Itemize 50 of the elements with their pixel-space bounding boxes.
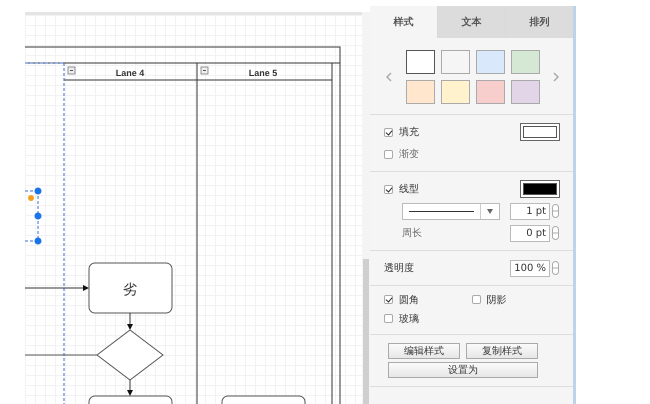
connector-arrow	[25, 285, 89, 291]
opacity-label: 透明度	[384, 262, 414, 275]
tab[interactable]: 文本	[437, 6, 505, 38]
style-button[interactable]: 设置为	[388, 362, 538, 378]
color-swatch[interactable]	[510, 50, 540, 74]
option-label: 玻璃	[399, 312, 419, 326]
caret-icon[interactable]	[487, 208, 493, 214]
line-width-field[interactable]: 1 pt	[510, 202, 550, 220]
line-label: 线型	[399, 182, 419, 196]
connector-arrow	[127, 380, 133, 396]
option-label: 阴影	[486, 294, 506, 306]
fill-label: 填充	[399, 126, 419, 139]
color-swatch[interactable]	[406, 80, 434, 104]
node-label: 劣	[123, 282, 137, 298]
checkbox[interactable]	[384, 314, 393, 323]
tab[interactable]: 排列	[505, 6, 573, 38]
collapse-icon[interactable]	[68, 66, 76, 74]
opacity-field[interactable]: 100 %	[510, 260, 550, 276]
lane-title: Lane 5	[248, 68, 278, 78]
color-swatch[interactable]	[510, 80, 540, 104]
style-button[interactable]: 复制样式	[466, 343, 538, 359]
decision-node	[96, 329, 164, 381]
checkbox[interactable]	[384, 128, 393, 136]
selection-handles[interactable]	[25, 188, 42, 244]
previous-icon[interactable]	[386, 72, 392, 82]
spinner-icon[interactable]	[552, 261, 559, 275]
color-swatch[interactable]	[440, 80, 470, 104]
color-swatch[interactable]	[476, 80, 504, 104]
line-color-button[interactable]	[521, 181, 559, 197]
perimeter-field[interactable]: 0 pt	[510, 224, 550, 242]
spinner-icon[interactable]	[552, 204, 559, 218]
color-swatch[interactable]	[440, 50, 470, 74]
checkbox[interactable]	[472, 295, 480, 304]
checkbox[interactable]	[384, 184, 393, 194]
spinner-icon[interactable]	[552, 226, 559, 240]
option-label: 圆角	[399, 294, 419, 306]
scrollbar-thumb[interactable]	[363, 259, 369, 404]
lane-title: Lane 4	[116, 68, 144, 78]
collapse-icon[interactable]	[200, 66, 208, 74]
color-swatch[interactable]	[406, 50, 434, 74]
fill-color-button[interactable]	[521, 124, 559, 140]
line-style-dropdown[interactable]	[402, 202, 500, 220]
connector-arrow	[127, 312, 133, 330]
gradient-label: 渐变	[399, 148, 419, 161]
style-button[interactable]: 编辑样式	[388, 343, 460, 359]
checkbox[interactable]	[384, 150, 393, 158]
color-swatch[interactable]	[476, 50, 504, 74]
perimeter-label: 周长	[402, 226, 422, 240]
checkbox[interactable]	[384, 295, 393, 304]
next-icon[interactable]	[553, 72, 559, 82]
